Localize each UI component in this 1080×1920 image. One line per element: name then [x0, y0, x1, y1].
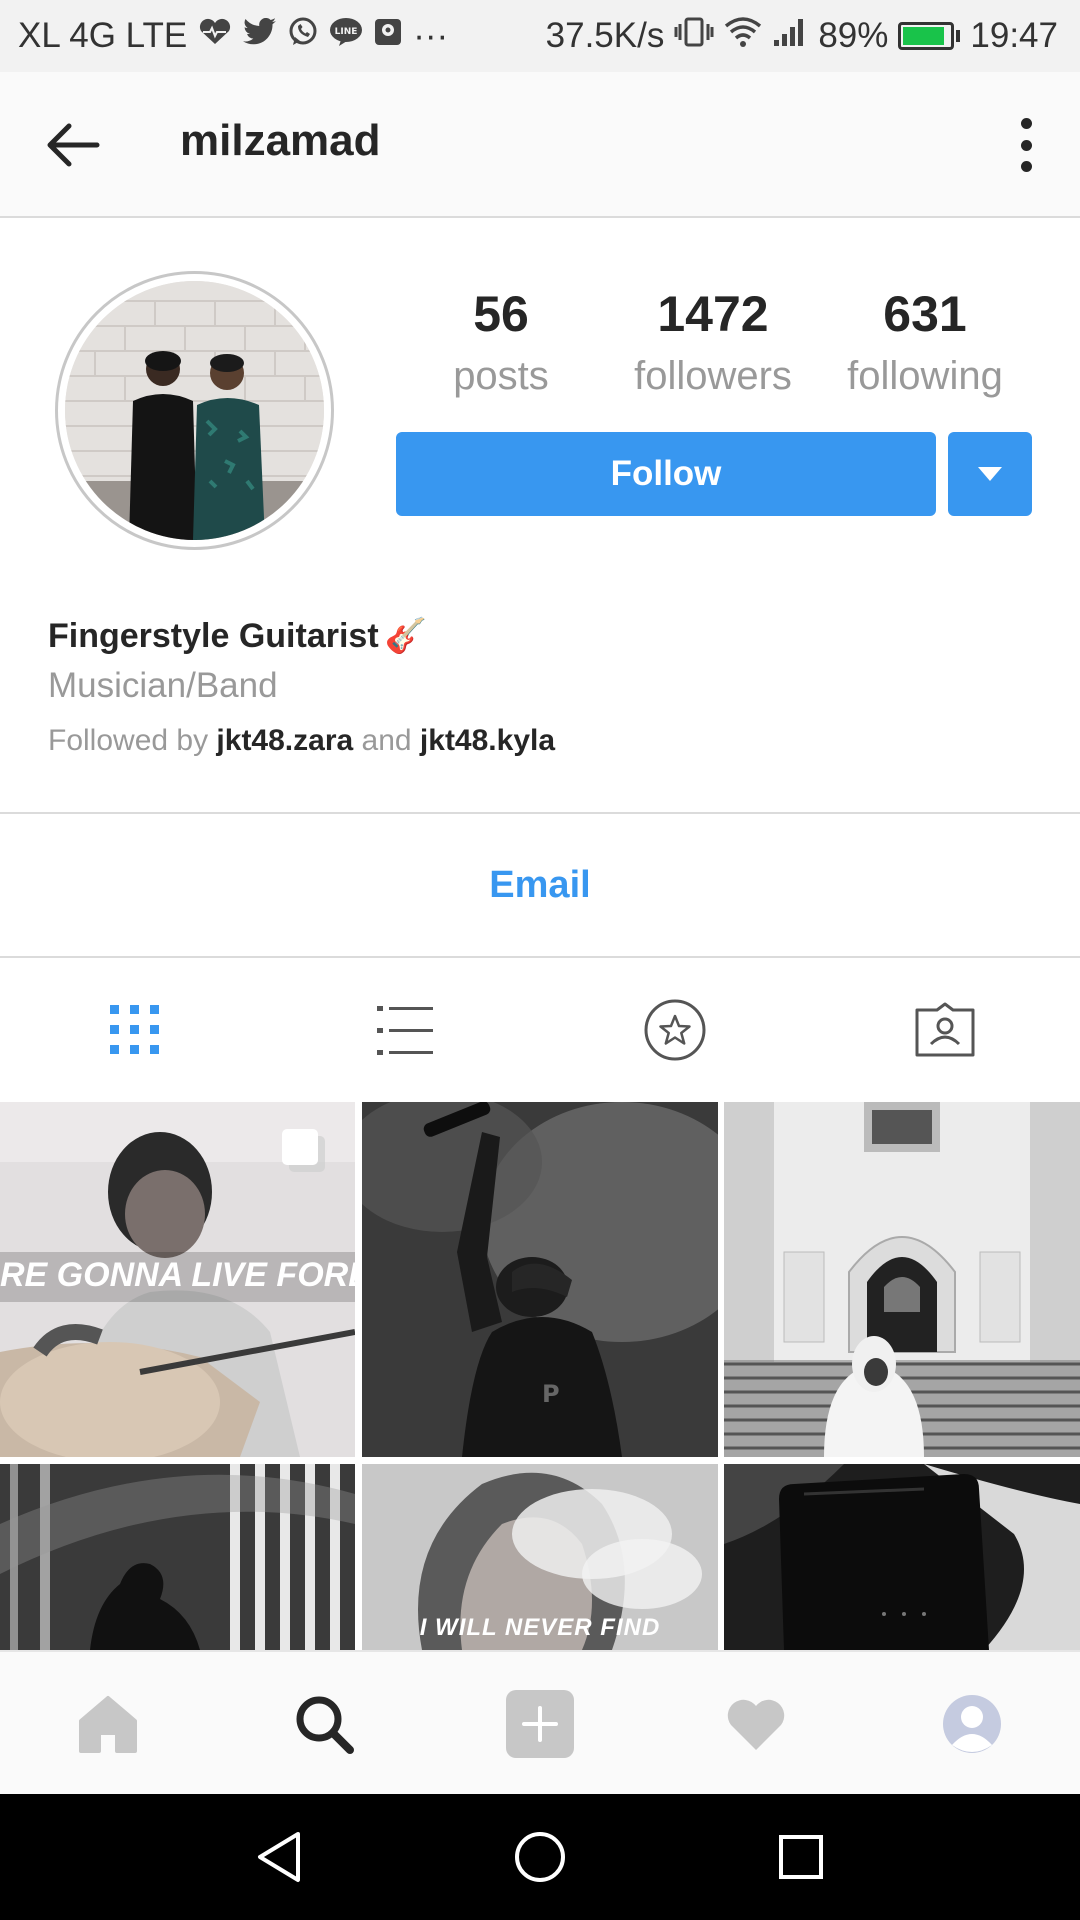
- contact-bar: Email: [0, 812, 1080, 958]
- grid-icon: [110, 1005, 159, 1054]
- avatar-ring[interactable]: [55, 271, 334, 550]
- followed-by-user-link[interactable]: jkt48.kyla: [420, 724, 555, 757]
- overflow-dots: ···: [413, 16, 449, 55]
- svg-text:LINE: LINE: [335, 27, 358, 37]
- system-recents-icon[interactable]: [776, 1832, 826, 1882]
- post-overlay-text: I WILL NEVER FIND: [419, 1614, 661, 1641]
- clock: 19:47: [970, 16, 1058, 55]
- suggestions-dropdown-button[interactable]: [948, 432, 1032, 516]
- system-nav-bar: [0, 1794, 1080, 1920]
- posts-label: posts: [453, 354, 549, 398]
- nav-profile[interactable]: [864, 1652, 1080, 1796]
- following-count: 631: [883, 286, 967, 342]
- multi-photo-icon: [279, 1126, 329, 1181]
- email-button[interactable]: Email: [489, 864, 590, 907]
- wifi-icon: [724, 16, 762, 56]
- nav-search[interactable]: [216, 1652, 432, 1796]
- app-header: milzamad: [0, 72, 1080, 218]
- back-button[interactable]: [36, 114, 110, 176]
- profile-category: Musician/Band: [48, 666, 278, 705]
- tab-list[interactable]: [270, 958, 540, 1102]
- star-icon: [644, 999, 706, 1061]
- location-app-icon: [373, 17, 403, 55]
- followers-count: 1472: [657, 286, 769, 342]
- followers-label: followers: [634, 354, 792, 398]
- signal-icon: [772, 16, 808, 56]
- status-bar: XL 4G LTE LINE ··· 37.5K/s 89% 19:47: [0, 0, 1080, 72]
- status-right: 37.5K/s 89% 19:47: [546, 16, 1058, 56]
- page-title: milzamad: [180, 116, 381, 165]
- battery-icon: [898, 22, 961, 50]
- post-tile[interactable]: P: [362, 1102, 718, 1457]
- stat-posts[interactable]: 56 posts: [395, 280, 607, 404]
- tagged-icon: [915, 1002, 975, 1057]
- stat-followers[interactable]: 1472 followers: [607, 280, 819, 404]
- heart-monitor-icon: [197, 17, 233, 55]
- profile-name-text: Fingerstyle Guitarist: [48, 616, 379, 655]
- followed-by: Followed by jkt48.zara and jkt48.kyla: [48, 724, 555, 758]
- followed-by-user-link[interactable]: jkt48.zara: [216, 724, 353, 757]
- posts-grid: RE GONNA LIVE FOREVER I P: [0, 1102, 1080, 1650]
- profile-icon: [943, 1695, 1001, 1753]
- stat-following[interactable]: 631 following: [819, 280, 1031, 404]
- followed-by-and: and: [353, 724, 420, 757]
- heart-icon: [727, 1699, 785, 1750]
- dot-icon: [1020, 118, 1032, 129]
- chevron-down-icon: [978, 467, 1002, 481]
- post-tile[interactable]: I WILL NEVER FIND: [362, 1464, 718, 1650]
- tab-grid[interactable]: [0, 958, 270, 1102]
- net-speed: 37.5K/s: [545, 16, 665, 55]
- nav-add-post[interactable]: [432, 1652, 648, 1796]
- bottom-nav: [0, 1650, 1080, 1794]
- vibrate-icon: [674, 16, 714, 56]
- post-tile[interactable]: [724, 1102, 1080, 1457]
- post-tile[interactable]: RE GONNA LIVE FOREVER I: [0, 1102, 355, 1457]
- tab-featured[interactable]: [540, 958, 810, 1102]
- guitar-emoji: 🎸: [384, 617, 427, 655]
- whatsapp-icon: [287, 16, 319, 56]
- svg-text:P: P: [542, 1380, 560, 1408]
- profile-tabs: [0, 958, 1080, 1102]
- twitter-icon: [243, 17, 277, 54]
- home-icon: [79, 1696, 137, 1753]
- dot-icon: [1020, 161, 1032, 172]
- follow-button[interactable]: Follow: [396, 432, 936, 516]
- more-options-button[interactable]: [996, 112, 1056, 178]
- post-tile[interactable]: [724, 1464, 1080, 1650]
- system-back-icon[interactable]: [254, 1830, 304, 1884]
- profile-stats: 56 posts 1472 followers 631 following: [395, 280, 1035, 404]
- avatar: [65, 281, 324, 540]
- post-overlay-text: RE GONNA LIVE FOREVER I: [0, 1256, 355, 1294]
- carrier-label: XL 4G LTE: [18, 16, 188, 55]
- battery-percent: 89%: [818, 16, 889, 55]
- profile-name: Fingerstyle Guitarist 🎸: [48, 616, 427, 656]
- status-left: XL 4G LTE LINE ···: [18, 16, 448, 56]
- tab-tagged[interactable]: [810, 958, 1080, 1102]
- followed-by-prefix: Followed by: [48, 724, 217, 757]
- system-home-icon[interactable]: [513, 1830, 567, 1884]
- dot-icon: [1020, 139, 1032, 151]
- search-icon: [296, 1696, 354, 1754]
- following-label: following: [847, 354, 1003, 398]
- posts-count: 56: [473, 286, 529, 342]
- line-icon: LINE: [329, 17, 363, 55]
- add-post-icon: [506, 1690, 574, 1758]
- back-arrow-icon: [47, 123, 100, 167]
- list-icon: [377, 1006, 433, 1055]
- nav-activity[interactable]: [648, 1652, 864, 1796]
- nav-home[interactable]: [0, 1652, 216, 1796]
- post-tile[interactable]: [0, 1464, 355, 1650]
